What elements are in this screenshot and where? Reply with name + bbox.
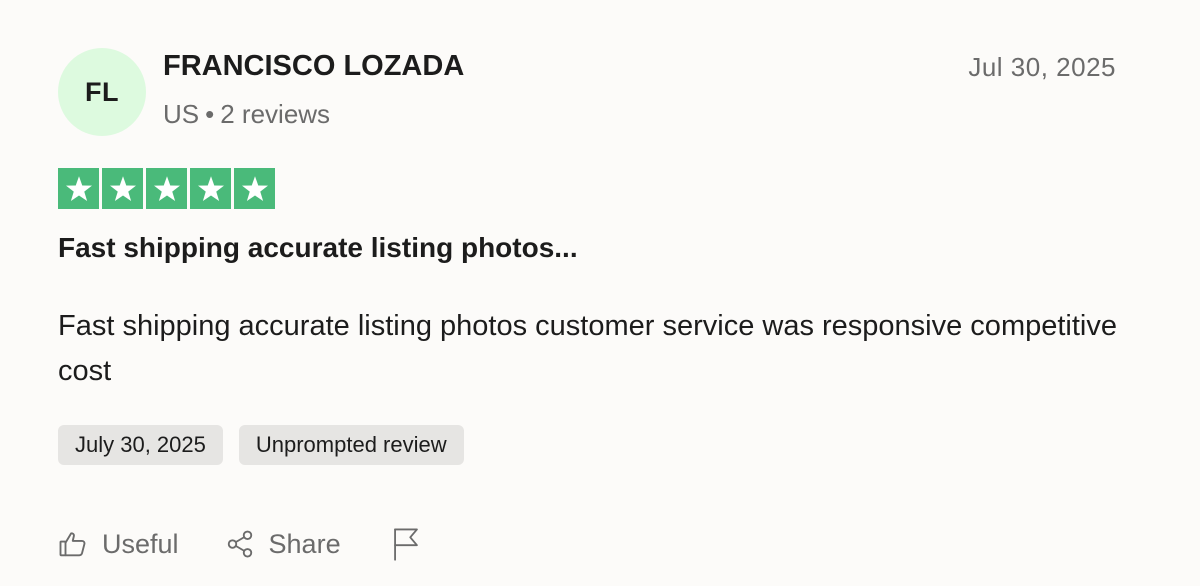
- share-button[interactable]: Share: [225, 529, 341, 560]
- thumbs-up-icon: [58, 529, 88, 559]
- meta-separator: •: [205, 99, 215, 129]
- star-icon: [146, 168, 187, 209]
- reviewer-review-count: 2 reviews: [220, 99, 331, 129]
- star-icon: [102, 168, 143, 209]
- star-icon: [234, 168, 275, 209]
- useful-label: Useful: [102, 528, 179, 559]
- star-rating: [58, 168, 275, 209]
- useful-button[interactable]: Useful: [58, 529, 179, 560]
- reviewer-meta: US • 2 reviews: [163, 99, 330, 130]
- report-button[interactable]: [391, 527, 421, 561]
- avatar-initials: FL: [85, 76, 119, 107]
- review-card: FL FRANCISCO LOZADA US • 2 reviews Jul 30,…: [0, 0, 1200, 586]
- share-label: Share: [268, 528, 341, 559]
- reviewer-name[interactable]: FRANCISCO LOZADA: [163, 50, 464, 83]
- review-actions: Useful Share: [58, 522, 421, 566]
- unprompted-review-tag[interactable]: Unprompted review: [238, 425, 464, 465]
- flag-icon: [391, 527, 421, 561]
- review-body: Fast shipping accurate listing photos cu…: [58, 310, 1117, 387]
- review-tags: July 30, 2025 Unprompted review: [58, 425, 464, 465]
- reviewer-country: US: [163, 99, 200, 129]
- star-icon: [58, 168, 99, 209]
- star-icon: [190, 168, 231, 209]
- review-date: Jul 30, 2025: [968, 52, 1116, 82]
- share-icon: [225, 529, 255, 559]
- review-title: Fast shipping accurate listing photos...: [58, 232, 578, 263]
- avatar: FL: [58, 48, 146, 136]
- experience-date-tag: July 30, 2025: [58, 425, 223, 465]
